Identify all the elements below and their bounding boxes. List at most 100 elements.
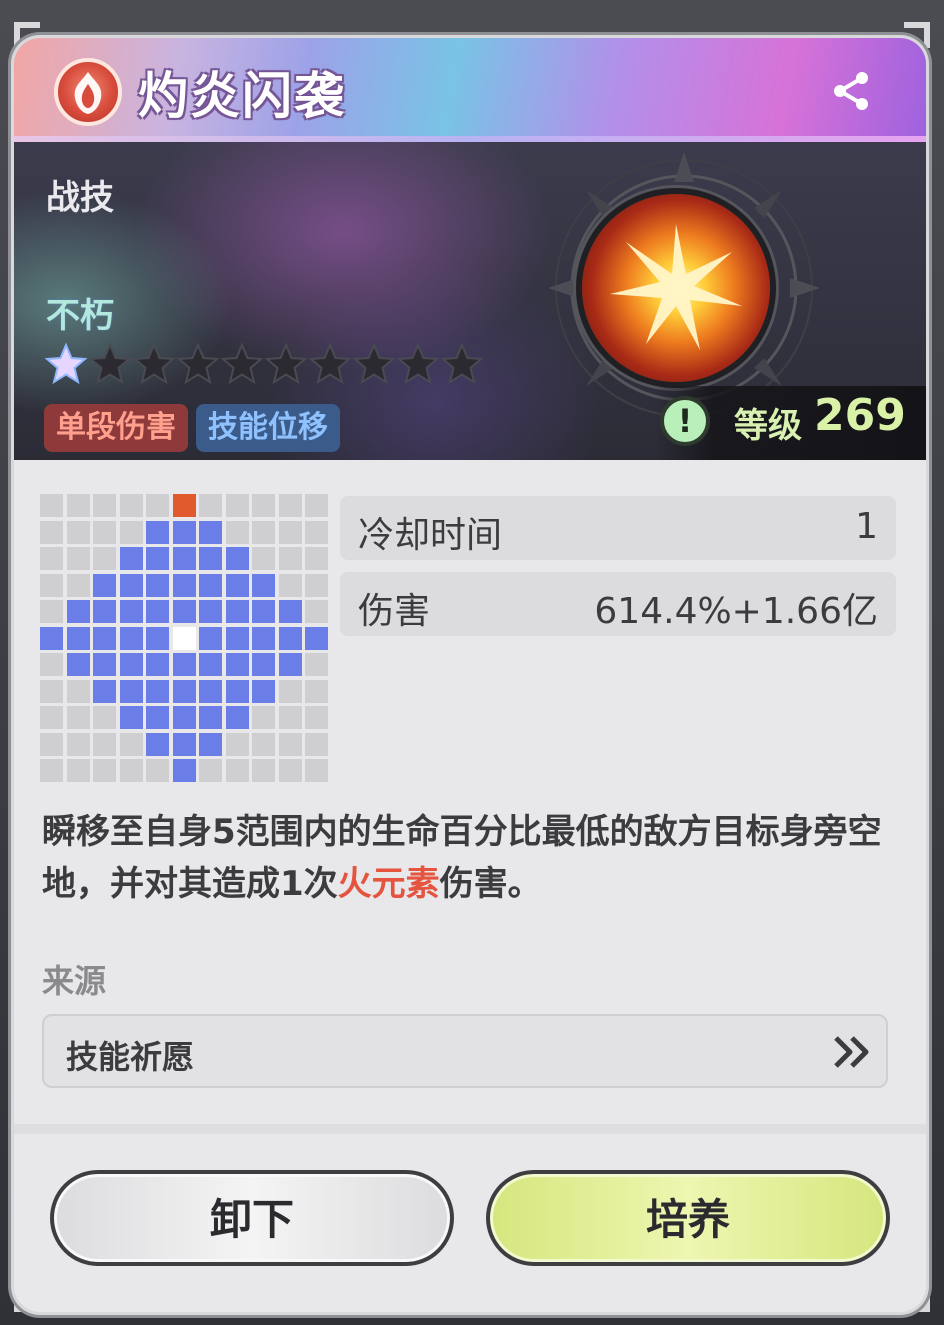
grid-cell-empty — [119, 520, 143, 544]
grid-cell-empty — [146, 759, 169, 782]
card-header: 灼炎闪袭 — [14, 38, 926, 142]
source-name: 技能祈愿 — [66, 1038, 195, 1076]
grid-cell-empty — [278, 520, 302, 544]
grid-cell-empty — [305, 679, 328, 703]
grid-cell-range — [199, 679, 222, 703]
star-empty-icon — [88, 342, 132, 385]
grid-cell-empty — [66, 520, 90, 544]
grid-cell-empty — [40, 520, 63, 544]
grid-cell-range — [305, 626, 328, 650]
grid-cell-range — [199, 573, 222, 597]
share-icon[interactable] — [828, 68, 874, 114]
grid-cell-empty — [278, 547, 302, 570]
grid-cell-empty — [305, 573, 328, 597]
grid-cell-range — [225, 626, 249, 650]
skill-quality-label: 不朽 — [46, 296, 114, 336]
grid-cell-range — [119, 653, 143, 676]
grid-cell-empty — [93, 706, 116, 729]
grid-cell-empty — [93, 520, 116, 544]
grid-cell-range — [199, 732, 222, 756]
tag-skill-displacement: 技能位移 — [196, 404, 340, 452]
grid-cell-range — [252, 600, 275, 623]
grid-cell-empty — [305, 520, 328, 544]
grid-cell-range — [66, 600, 90, 623]
unequip-button[interactable]: 卸下 — [50, 1170, 454, 1266]
grid-cell-range — [199, 547, 222, 570]
skill-title: 灼炎闪袭 — [138, 67, 346, 125]
grid-cell-empty — [93, 547, 116, 570]
stat-cooldown: 冷却时间 1 — [340, 496, 896, 560]
grid-cell-range — [199, 600, 222, 623]
warning-icon[interactable]: ! — [660, 396, 710, 446]
grid-cell-empty — [119, 759, 143, 782]
grid-cell-self — [172, 626, 196, 650]
grid-cell-range — [119, 600, 143, 623]
stat-label: 伤害 — [358, 591, 431, 632]
grid-cell-empty — [40, 732, 63, 756]
grid-cell-range — [119, 547, 143, 570]
grid-cell-range — [119, 626, 143, 650]
star-rating — [44, 342, 484, 386]
star-filled-icon — [44, 342, 88, 385]
grid-cell-empty — [146, 494, 169, 517]
grid-cell-empty — [93, 494, 116, 517]
grid-cell-empty — [305, 732, 328, 756]
grid-cell-empty — [66, 732, 90, 756]
grid-cell-empty — [66, 679, 90, 703]
grid-cell-empty — [252, 494, 275, 517]
grid-cell-range — [252, 653, 275, 676]
grid-cell-range — [146, 679, 169, 703]
grid-cell-range — [252, 573, 275, 597]
star-empty-icon — [440, 342, 484, 385]
star-empty-icon — [220, 342, 264, 385]
grid-cell-range — [199, 706, 222, 729]
grid-cell-range — [225, 547, 249, 570]
star-empty-icon — [176, 342, 220, 385]
grid-cell-range — [199, 653, 222, 676]
grid-cell-empty — [225, 732, 249, 756]
grid-cell-range — [252, 679, 275, 703]
grid-cell-empty — [66, 706, 90, 729]
grid-cell-range — [172, 706, 196, 729]
grid-cell-empty — [225, 520, 249, 544]
grid-cell-range — [172, 679, 196, 703]
grid-cell-empty — [40, 494, 63, 517]
grid-cell-range — [146, 600, 169, 623]
grid-cell-empty — [252, 759, 275, 782]
grid-cell-empty — [40, 547, 63, 570]
grid-cell-empty — [278, 573, 302, 597]
grid-cell-range — [278, 626, 302, 650]
grid-cell-range — [172, 573, 196, 597]
grid-cell-range — [225, 600, 249, 623]
grid-cell-range — [66, 626, 90, 650]
grid-cell-range — [225, 653, 249, 676]
grid-cell-empty — [252, 520, 275, 544]
grid-cell-empty — [66, 759, 90, 782]
grid-cell-empty — [305, 494, 328, 517]
footer-divider — [14, 1124, 926, 1134]
stat-value: 1 — [855, 506, 878, 547]
grid-cell-empty — [278, 679, 302, 703]
grid-cell-empty — [40, 679, 63, 703]
level-value: 269 — [814, 390, 906, 441]
tag-single-damage: 单段伤害 — [44, 404, 188, 452]
grid-cell-empty — [225, 759, 249, 782]
stat-value: 614.4%+1.66亿 — [594, 591, 878, 632]
grid-cell-empty — [66, 547, 90, 570]
grid-cell-range — [93, 679, 116, 703]
cultivate-button[interactable]: 培养 — [486, 1170, 890, 1266]
skill-description: 瞬移至自身5范围内的生命百分比最低的敌方目标身旁空地，并对其造成1次火元素伤害。 — [42, 806, 902, 910]
source-row[interactable]: 技能祈愿 — [42, 1014, 888, 1088]
grid-cell-range — [172, 547, 196, 570]
grid-cell-empty — [305, 547, 328, 570]
grid-cell-range — [146, 653, 169, 676]
star-empty-icon — [264, 342, 308, 385]
grid-cell-empty — [66, 494, 90, 517]
grid-cell-empty — [40, 653, 63, 676]
grid-cell-range — [225, 706, 249, 729]
grid-cell-range — [93, 600, 116, 623]
grid-cell-empty — [305, 706, 328, 729]
grid-cell-range — [172, 600, 196, 623]
grid-cell-range — [225, 679, 249, 703]
level-label: 等级 — [734, 406, 802, 446]
